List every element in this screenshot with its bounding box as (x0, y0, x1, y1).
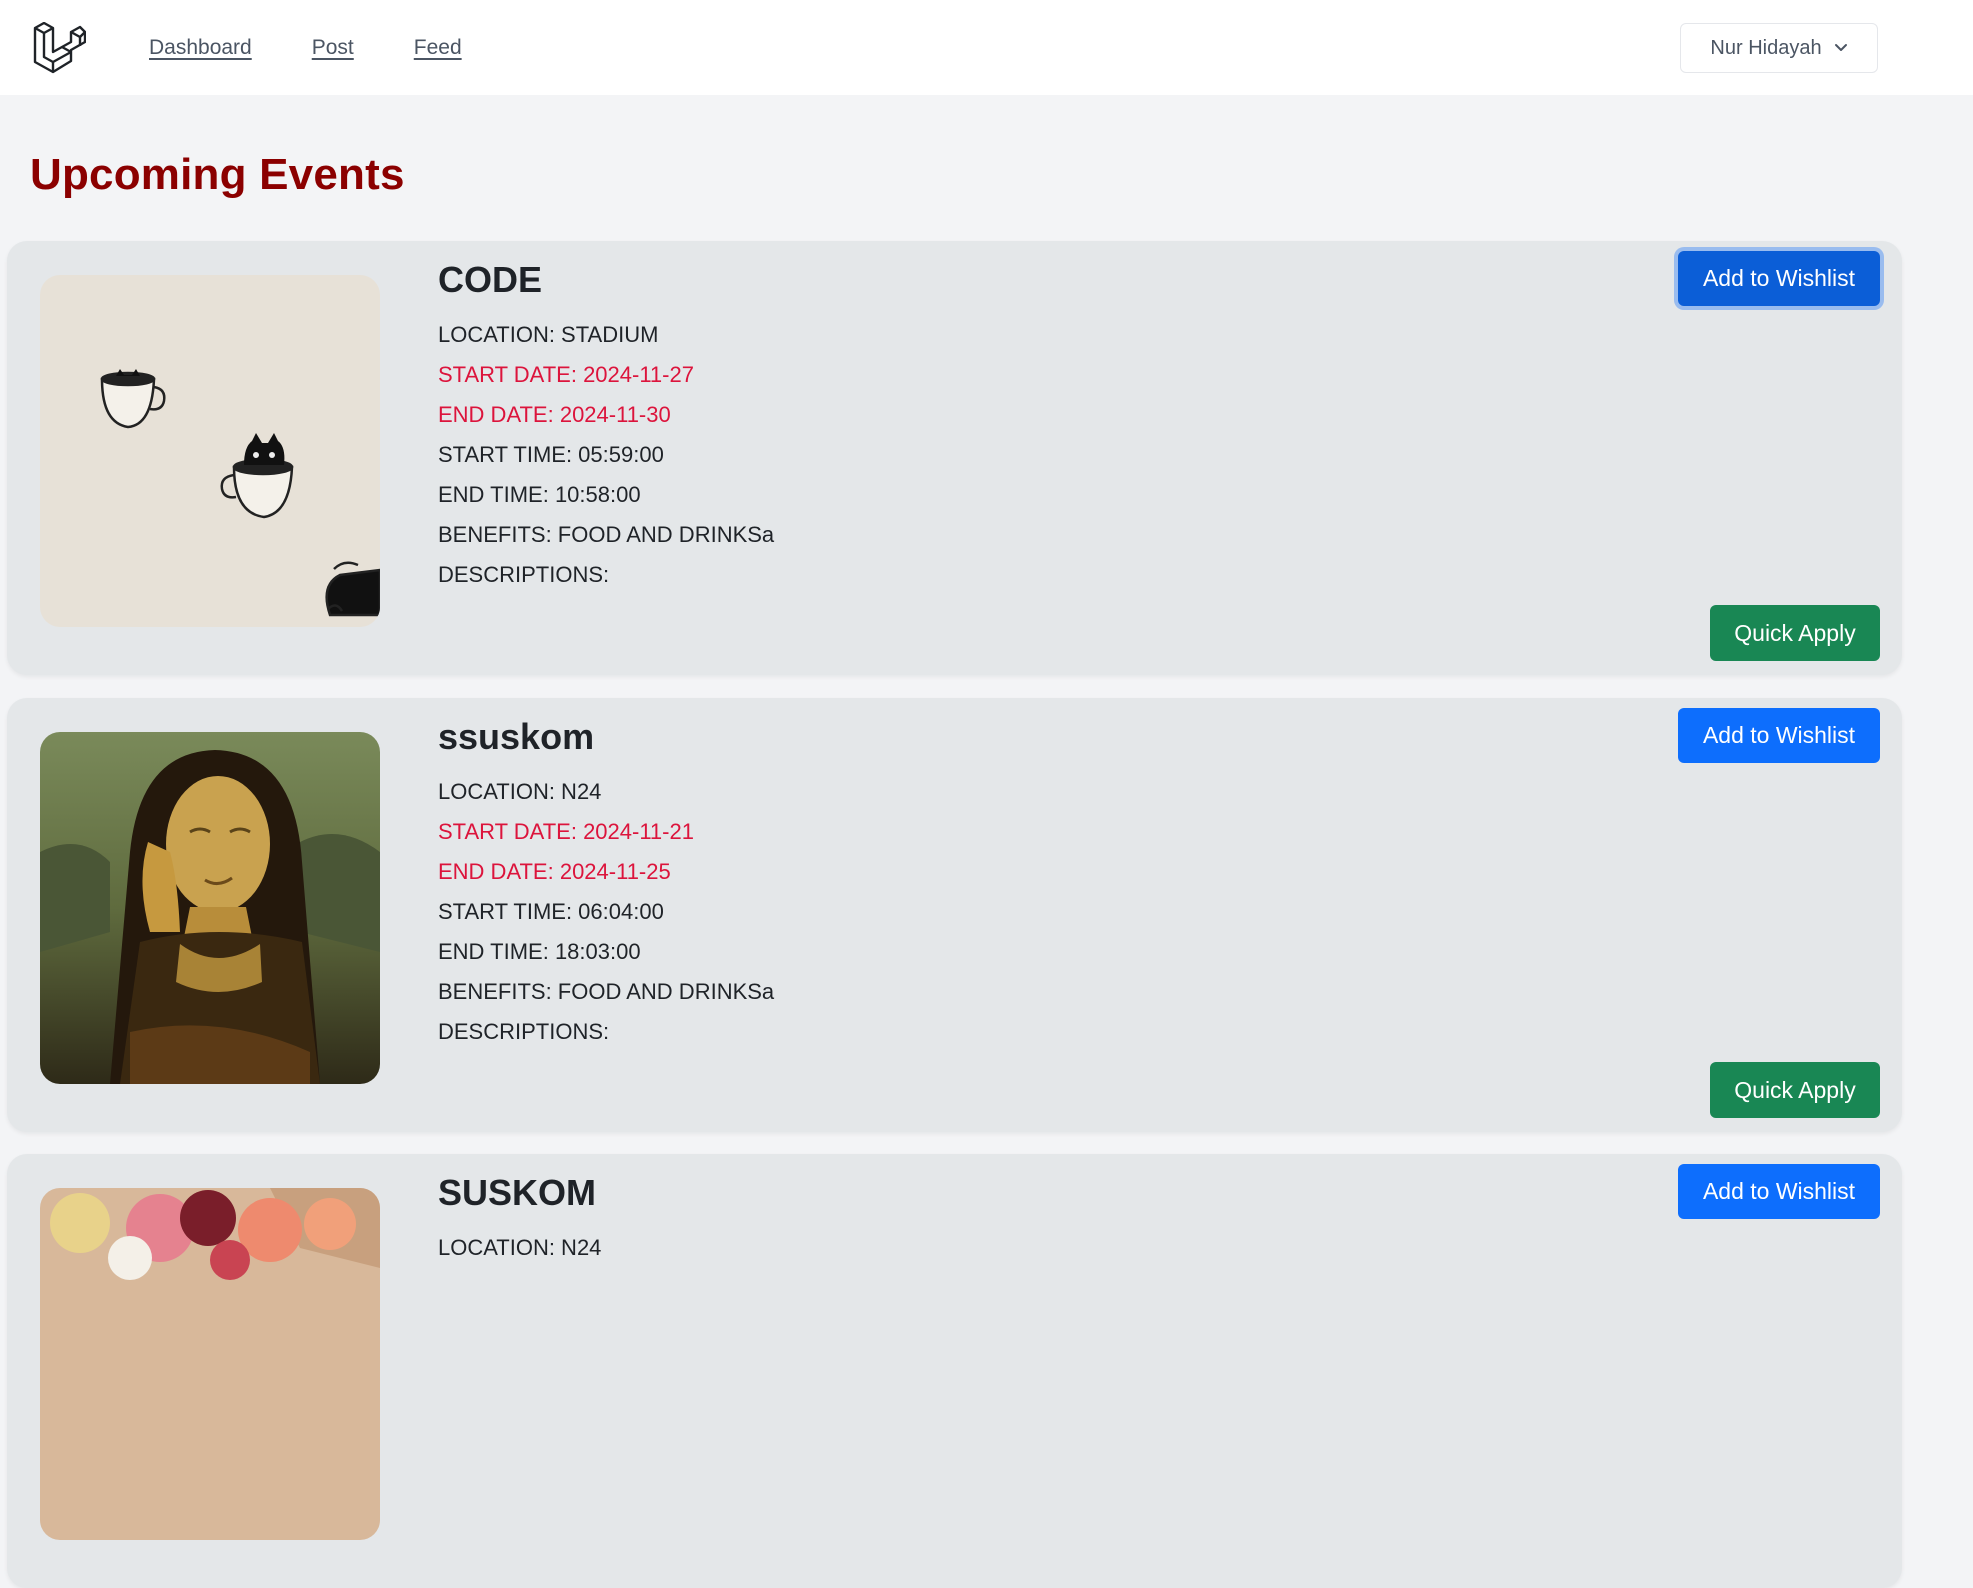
user-menu-dropdown[interactable]: Nur Hidayah (1680, 23, 1878, 73)
event-benefits: BENEFITS: FOOD AND DRINKSa (438, 522, 775, 547)
user-name: Nur Hidayah (1710, 36, 1822, 59)
event-location: LOCATION: N24 (438, 1235, 602, 1260)
quick-apply-button[interactable]: Quick Apply (1710, 605, 1880, 661)
event-end-time: END TIME: 18:03:00 (438, 939, 641, 964)
page-title: Upcoming Events (30, 150, 405, 199)
event-card: CODE LOCATION: STADIUM START DATE: 2024-… (7, 241, 1902, 675)
event-start-time: START TIME: 05:59:00 (438, 442, 664, 467)
event-card: SUSKOM LOCATION: N24 Add to Wishlist (7, 1154, 1902, 1588)
laravel-logo-icon[interactable] (32, 21, 87, 74)
add-to-wishlist-button[interactable]: Add to Wishlist (1678, 708, 1880, 763)
add-to-wishlist-button[interactable]: Add to Wishlist (1678, 1164, 1880, 1219)
top-navigation: Dashboard Post Feed Nur Hidayah (0, 0, 1973, 95)
event-start-date: START DATE: 2024-11-21 (438, 819, 694, 844)
chevron-down-icon (1834, 37, 1848, 60)
nav-links: Dashboard Post Feed (149, 36, 462, 60)
add-to-wishlist-button[interactable]: Add to Wishlist (1678, 251, 1880, 306)
event-end-date: END DATE: 2024-11-30 (438, 402, 671, 427)
event-title: CODE (438, 259, 543, 300)
quick-apply-button[interactable]: Quick Apply (1710, 1062, 1880, 1118)
event-details: SUSKOM LOCATION: N24 (438, 1172, 601, 1268)
event-image (40, 732, 380, 1084)
event-image (40, 275, 380, 627)
nav-link-post[interactable]: Post (312, 36, 354, 60)
event-start-time: START TIME: 06:04:00 (438, 899, 664, 924)
event-end-time: END TIME: 10:58:00 (438, 482, 641, 507)
event-descriptions: DESCRIPTIONS: (438, 1019, 610, 1044)
event-title: ssuskom (438, 716, 595, 757)
event-location: LOCATION: STADIUM (438, 322, 659, 347)
event-details: ssuskom LOCATION: N24 START DATE: 2024-1… (438, 716, 774, 1052)
nav-link-feed[interactable]: Feed (414, 36, 462, 60)
event-details: CODE LOCATION: STADIUM START DATE: 2024-… (438, 259, 774, 595)
event-card: ssuskom LOCATION: N24 START DATE: 2024-1… (7, 698, 1902, 1132)
event-start-date: START DATE: 2024-11-27 (438, 362, 694, 387)
event-location: LOCATION: N24 (438, 779, 602, 804)
event-benefits: BENEFITS: FOOD AND DRINKSa (438, 979, 775, 1004)
event-title: SUSKOM (438, 1172, 597, 1213)
nav-link-dashboard[interactable]: Dashboard (149, 36, 252, 60)
event-descriptions: DESCRIPTIONS: (438, 562, 610, 587)
event-end-date: END DATE: 2024-11-25 (438, 859, 671, 884)
